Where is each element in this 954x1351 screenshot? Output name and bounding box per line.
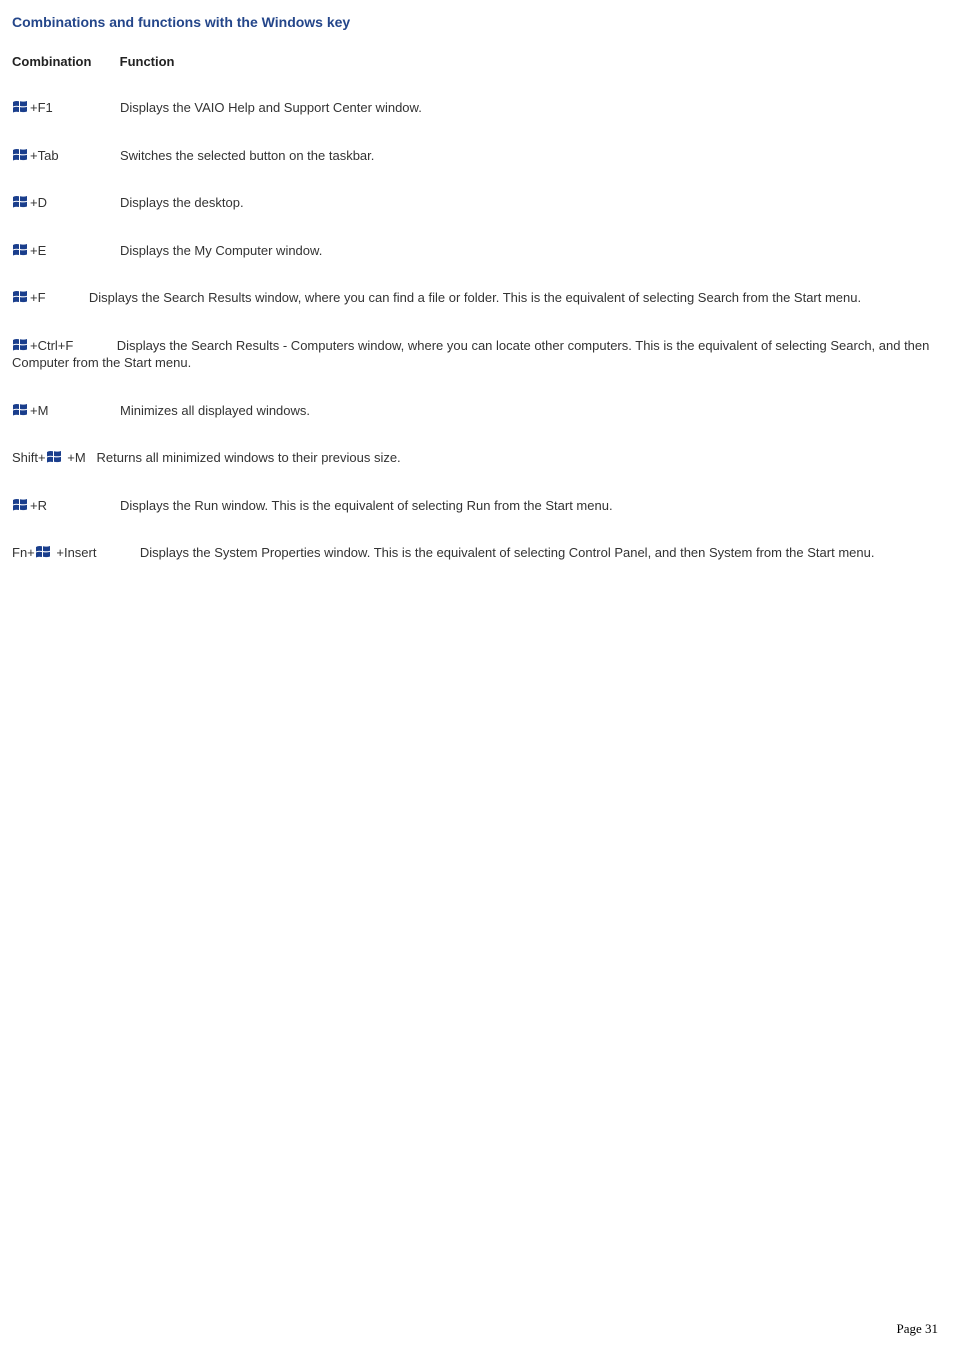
shortcut-entry: +Ctrl+F Displays the Search Results - Co… (12, 337, 942, 372)
combination-cell: +F1 (12, 99, 120, 117)
combo-prefix: Fn+ (12, 545, 35, 560)
function-text: Displays the VAIO Help and Support Cente… (120, 100, 422, 115)
function-text: Displays the desktop. (120, 195, 244, 210)
combo-suffix: +M (64, 450, 86, 465)
function-text: Returns all minimized windows to their p… (97, 450, 401, 465)
header-combination: Combination (12, 54, 116, 69)
combination-cell: +M (12, 402, 120, 420)
combination-cell: +E (12, 242, 120, 260)
entries-container: +F1 Displays the VAIO Help and Support Ce… (12, 99, 942, 562)
combination-cell: Fn+ +Insert (12, 544, 96, 562)
page-footer: Page 31 (896, 1321, 938, 1337)
shortcut-entry: +R Displays the Run window. This is the e… (12, 497, 942, 515)
windows-key-icon (12, 243, 28, 257)
combo-suffix: +M (30, 403, 48, 418)
windows-key-icon (12, 403, 28, 417)
combo-suffix: +Insert (53, 545, 97, 560)
windows-key-icon (12, 100, 28, 114)
shortcut-entry: +Tab Switches the selected button on the … (12, 147, 942, 165)
windows-key-icon (12, 290, 28, 304)
windows-key-icon (12, 148, 28, 162)
windows-key-icon (12, 498, 28, 512)
shortcut-entry: Shift+ +M Returns all minimized windows … (12, 449, 942, 467)
function-text: Displays the Search Results window, wher… (89, 290, 861, 305)
shortcut-entry: +D Displays the desktop. (12, 194, 942, 212)
page-title: Combinations and functions with the Wind… (12, 14, 942, 30)
combination-cell: Shift+ +M (12, 449, 86, 467)
combo-suffix: +Tab (30, 148, 59, 163)
shortcut-entry: +F1 Displays the VAIO Help and Support Ce… (12, 99, 942, 117)
combination-cell: +Tab (12, 147, 120, 165)
windows-key-icon (35, 545, 51, 559)
combination-cell: +Ctrl+F (12, 337, 73, 355)
combo-suffix: +D (30, 195, 47, 210)
combo-suffix: +F (30, 290, 46, 305)
combo-suffix: +Ctrl+F (30, 338, 73, 353)
combo-suffix: +E (30, 243, 46, 258)
document-page: Combinations and functions with the Wind… (0, 0, 954, 1351)
function-text: Displays the Run window. This is the equ… (120, 498, 613, 513)
combination-cell: +R (12, 497, 120, 515)
combination-cell: +F (12, 289, 46, 307)
combo-prefix: Shift+ (12, 450, 46, 465)
combination-cell: +D (12, 194, 120, 212)
windows-key-icon (12, 338, 28, 352)
function-text: Switches the selected button on the task… (120, 148, 374, 163)
windows-key-icon (12, 195, 28, 209)
shortcut-entry: +M Minimizes all displayed windows. (12, 402, 942, 420)
combo-suffix: +R (30, 498, 47, 513)
shortcut-entry: +E Displays the My Computer window. (12, 242, 942, 260)
function-text: Displays the Search Results - Computers … (12, 338, 929, 371)
windows-key-icon (46, 450, 62, 464)
function-text: Minimizes all displayed windows. (120, 403, 310, 418)
shortcut-entry: +F Displays the Search Results window, w… (12, 289, 942, 307)
header-function: Function (120, 54, 175, 69)
table-header-row: Combination Function (12, 54, 942, 69)
shortcut-entry: Fn+ +Insert Displays the System Properti… (12, 544, 942, 562)
function-text: Displays the System Properties window. T… (140, 545, 875, 560)
function-text: Displays the My Computer window. (120, 243, 322, 258)
combo-suffix: +F1 (30, 100, 53, 115)
